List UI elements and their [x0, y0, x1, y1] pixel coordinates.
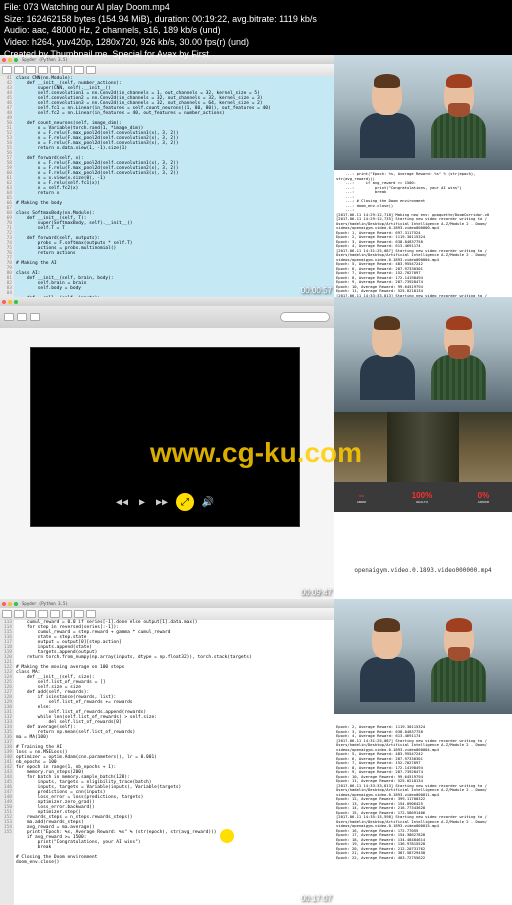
toolbar-button[interactable]: [38, 610, 48, 618]
meta-file: File: 073 Watching our AI play Doom.mp4: [4, 2, 317, 14]
editor-toolbar: [0, 64, 334, 76]
thumbnail-1-editor: Spyder (Python 3.5) 41 42 43 44 45 46 47…: [0, 55, 334, 297]
presenter-2: [414, 314, 503, 412]
toolbar-button[interactable]: [38, 66, 48, 74]
thumbnail-3-sidebar: Epoch: 2, Average Reward: 1119.30115324 …: [334, 599, 512, 905]
toolbar-button[interactable]: [14, 66, 24, 74]
volume-icon[interactable]: 🔊: [202, 496, 214, 508]
thumbnail-timestamp: 00:09:47: [301, 588, 332, 597]
finder-toolbar: [0, 306, 334, 328]
expand-icon[interactable]: ⤢: [176, 493, 194, 511]
thumbnail-2-sidebar: -- AMMO 100% HEALTH 0% ARMOR openaigym.v…: [334, 297, 512, 599]
hud-health-label: HEALTH: [412, 500, 432, 504]
hud-health: 100% HEALTH: [412, 491, 432, 504]
meta-video: Video: h264, yuv420p, 1280x720, 926 kb/s…: [4, 37, 317, 49]
toolbar-button[interactable]: [86, 66, 96, 74]
meta-credit: Created by Thumbnail me. Special for Ava…: [4, 49, 317, 61]
code-content[interactable]: cumul_reward = 0.0 if series[-1].done el…: [14, 620, 334, 905]
next-icon[interactable]: ▶▶: [156, 496, 168, 508]
meta-audio: Audio: aac, 48000 Hz, 2 channels, s16, 1…: [4, 25, 317, 37]
close-icon[interactable]: [2, 300, 6, 304]
thumbnail-1-sidebar: ...: print("Epoch: %s, Average Reward: %…: [334, 55, 512, 297]
toolbar-button[interactable]: [26, 610, 36, 618]
window-titlebar[interactable]: Spyder (Python 3.5): [0, 599, 334, 608]
code-content[interactable]: class CNN(nn.Module): def __init__(self,…: [14, 76, 334, 297]
forward-button[interactable]: [17, 313, 27, 321]
editor-toolbar: [0, 608, 334, 620]
prev-icon[interactable]: ◀◀: [116, 496, 128, 508]
search-input[interactable]: [280, 312, 330, 322]
window-title: Spyder (Python 3.5): [22, 601, 68, 606]
finder-area: openaigym.video.0.1893.video000000.mp4: [334, 512, 512, 599]
presenter-2: [414, 616, 503, 714]
maximize-icon[interactable]: [14, 602, 18, 606]
code-editor[interactable]: 113 114 115 116 117 118 119 120 121 122 …: [0, 620, 334, 905]
doom-corridor: [387, 412, 458, 482]
ipython-console[interactable]: ...: print("Epoch: %s, Average Reward: %…: [334, 170, 512, 297]
webcam-feed: [334, 599, 512, 714]
traffic-lights[interactable]: [2, 602, 18, 606]
thumbnail-2-finder: ◀◀ ▶ ▶▶ ⤢ 🔊 00:09:47: [0, 297, 334, 599]
file-metadata: File: 073 Watching our AI play Doom.mp4 …: [0, 0, 321, 62]
toolbar-button[interactable]: [2, 610, 12, 618]
presenter-2: [414, 72, 503, 170]
toolbar-button[interactable]: [14, 610, 24, 618]
doom-hud: -- AMMO 100% HEALTH 0% ARMOR: [334, 482, 512, 512]
toolbar-button[interactable]: [74, 610, 84, 618]
thumbnail-3-editor: Spyder (Python 3.5) 113 114 115 116 117 …: [0, 599, 334, 905]
hud-armor-label: ARMOR: [478, 500, 490, 504]
maximize-icon[interactable]: [14, 300, 18, 304]
toolbar-button[interactable]: [50, 66, 60, 74]
window-titlebar[interactable]: [0, 297, 334, 306]
hud-ammo-label: AMMO: [357, 500, 367, 504]
toolbar-button[interactable]: [62, 66, 72, 74]
hud-armor-value: 0%: [478, 491, 490, 500]
cursor-highlight: [220, 829, 234, 843]
hud-health-value: 100%: [412, 491, 432, 500]
toolbar-button[interactable]: [86, 610, 96, 618]
hud-ammo-value: --: [357, 491, 367, 500]
doom-viewport: [334, 412, 512, 482]
webcam-feed: [334, 55, 512, 170]
line-gutter: 41 42 43 44 45 46 47 48 49 50 51 52 53 5…: [0, 76, 14, 297]
thumbnail-timestamp: 00:17:07: [301, 894, 332, 903]
ipython-console[interactable]: Epoch: 2, Average Reward: 1119.30115324 …: [334, 714, 512, 905]
meta-size: Size: 162462158 bytes (154.94 MiB), dura…: [4, 14, 317, 26]
thumbnail-timestamp: 00:00:57: [301, 286, 332, 295]
toolbar-button[interactable]: [74, 66, 84, 74]
toolbar-button[interactable]: [26, 66, 36, 74]
view-button[interactable]: [30, 313, 40, 321]
play-icon[interactable]: ▶: [136, 496, 148, 508]
video-filename: openaigym.video.0.1893.video000000.mp4: [334, 567, 512, 574]
toolbar-button[interactable]: [62, 610, 72, 618]
webcam-feed: [334, 297, 512, 412]
code-editor[interactable]: 41 42 43 44 45 46 47 48 49 50 51 52 53 5…: [0, 76, 334, 297]
doom-gameplay: -- AMMO 100% HEALTH 0% ARMOR: [334, 412, 512, 512]
back-button[interactable]: [4, 313, 14, 321]
line-gutter: 113 114 115 116 117 118 119 120 121 122 …: [0, 620, 14, 905]
traffic-lights[interactable]: [2, 300, 18, 304]
toolbar-button[interactable]: [50, 610, 60, 618]
close-icon[interactable]: [2, 602, 6, 606]
minimize-icon[interactable]: [8, 602, 12, 606]
hud-ammo: -- AMMO: [357, 491, 367, 504]
toolbar-button[interactable]: [2, 66, 12, 74]
video-controls: ◀◀ ▶ ▶▶ ⤢ 🔊: [116, 493, 214, 511]
minimize-icon[interactable]: [8, 300, 12, 304]
hud-armor: 0% ARMOR: [478, 491, 490, 504]
quicklook-video[interactable]: ◀◀ ▶ ▶▶ ⤢ 🔊: [30, 347, 300, 527]
